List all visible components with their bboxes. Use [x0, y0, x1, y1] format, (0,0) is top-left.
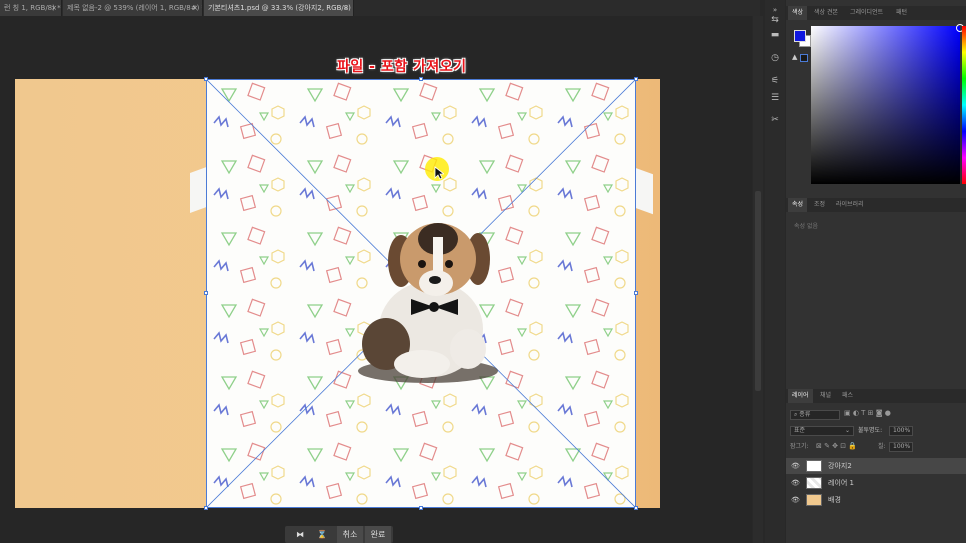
cancel-transform-button[interactable]: 취소: [337, 526, 363, 543]
tab-properties[interactable]: 속성: [788, 198, 808, 212]
chevron-down-icon: ⌄: [844, 427, 850, 434]
tab-paths[interactable]: 패스: [838, 389, 857, 403]
close-icon[interactable]: ×: [192, 0, 198, 16]
transform-options-bar: ⧓ ⌛ 취소 완료: [285, 526, 393, 543]
blend-mode-value: 표준: [794, 427, 806, 434]
layer-filter-input[interactable]: ⌕ 종류: [790, 410, 840, 420]
layer-name: 강아지2: [828, 462, 852, 470]
tab-channels[interactable]: 채널: [816, 389, 835, 403]
search-icon: ⌕: [794, 411, 798, 418]
lock-label: 잠그기:: [790, 443, 809, 450]
right-panels: 색상 색상 견본 그레이디언트 패턴 ▲ 속성 조정 라이브러리 속성 없음 레…: [786, 0, 966, 543]
no-properties-text: 속성 없음: [794, 223, 818, 230]
layer-row[interactable]: 👁 배경: [786, 492, 966, 508]
layer-row[interactable]: 👁 레이어 1: [786, 475, 966, 491]
transform-handle-left[interactable]: [204, 291, 208, 295]
properties-panel-tabs: 속성 조정 라이브러리: [786, 198, 966, 212]
visibility-eye-icon[interactable]: 👁: [791, 458, 800, 474]
tab-color[interactable]: 색상: [788, 6, 808, 20]
transform-handle-top[interactable]: [419, 77, 423, 81]
tab-document-2[interactable]: 제목 없음-2 @ 539% (레이어 1, RGB/8#) * ×: [63, 0, 203, 16]
layer-filter-icons[interactable]: ▣ ◐ T ⊞ ◙ ●: [844, 409, 891, 417]
adjustments-icon[interactable]: ☰: [769, 92, 781, 104]
transform-handle-bottom-right[interactable]: [634, 506, 638, 510]
tab-document-3[interactable]: 기본티셔츠1.psd @ 33.3% (강아지2, RGB/8) ×: [204, 0, 354, 16]
gamut-warning-icon[interactable]: ▲: [792, 53, 797, 61]
tutorial-caption: 파일 - 포함 가져오기: [337, 59, 467, 75]
color-panel-tabs: 색상 색상 견본 그레이디언트 패턴: [786, 6, 966, 20]
hue-slider[interactable]: [962, 26, 966, 184]
placed-pattern-layer[interactable]: [206, 79, 636, 508]
transform-handle-right[interactable]: [634, 291, 638, 295]
color-field[interactable]: [811, 26, 960, 184]
document-tab-bar: 런 칭 1, RGB/8) * × 제목 없음-2 @ 539% (레이어 1,…: [0, 0, 760, 16]
visibility-eye-icon[interactable]: 👁: [791, 475, 800, 491]
close-icon[interactable]: ×: [51, 0, 57, 16]
commit-transform-button[interactable]: 완료: [365, 526, 391, 543]
panel-icon-strip: » ⇆ ▬ ◷ ⚟ ☰ ✂: [765, 0, 785, 543]
tab-layers[interactable]: 레이어: [788, 389, 813, 403]
tab-libraries[interactable]: 라이브러리: [832, 198, 868, 212]
cursor-arrow-icon: [434, 166, 444, 180]
history-icon[interactable]: ◷: [769, 52, 781, 64]
foreground-color-swatch[interactable]: [794, 30, 806, 42]
tab-label: 제목 없음-2 @ 539% (레이어 1, RGB/8#) *: [67, 4, 203, 12]
tshirt-sleeve-right: [635, 167, 653, 215]
fill-label: 칠:: [878, 443, 886, 450]
layer-name: 레이어 1: [828, 479, 854, 487]
tab-swatches[interactable]: 색상 견본: [810, 6, 842, 20]
transform-handle-top-right[interactable]: [634, 77, 638, 81]
layer-filter-placeholder: 종류: [799, 411, 811, 418]
layer-row[interactable]: 👁 강아지2: [786, 458, 966, 474]
tab-document-1[interactable]: 런 칭 1, RGB/8) * ×: [0, 0, 62, 16]
blend-mode-select[interactable]: 표준 ⌄: [790, 426, 854, 436]
close-icon[interactable]: ×: [343, 0, 349, 16]
tab-label: 기본티셔츠1.psd @ 33.3% (강아지2, RGB/8): [208, 4, 351, 12]
warp-icon[interactable]: ⌛: [313, 526, 331, 543]
transform-handle-bottom[interactable]: [419, 506, 423, 510]
opacity-input[interactable]: 100%: [889, 426, 913, 436]
tab-patterns[interactable]: 패턴: [892, 6, 911, 20]
smart-object-thumbnail: [806, 460, 822, 472]
scrollbar-thumb[interactable]: [755, 191, 761, 391]
transform-handle-top-left[interactable]: [204, 77, 208, 81]
web-safe-color-icon[interactable]: [800, 54, 808, 62]
visibility-eye-icon[interactable]: 👁: [791, 492, 800, 508]
opacity-label: 불투명도:: [858, 427, 883, 434]
interpolation-icon[interactable]: ⧓: [291, 526, 309, 543]
pattern-artwork: [206, 79, 636, 508]
background-thumbnail: [806, 494, 822, 506]
comment-icon[interactable]: ▬: [769, 29, 781, 41]
layer-name: 배경: [828, 496, 841, 504]
vertical-scrollbar[interactable]: [753, 16, 763, 543]
lock-icons[interactable]: ⊠ ✎ ✥ ⊡ 🔒: [816, 442, 857, 450]
pattern-thumbnail: [806, 477, 822, 489]
tab-adjustments[interactable]: 조정: [810, 198, 829, 212]
scissors-icon[interactable]: ✂: [769, 114, 781, 126]
properties-icon[interactable]: ⚟: [769, 75, 781, 87]
history-brush-icon[interactable]: ⇆: [769, 14, 781, 26]
tab-gradients[interactable]: 그레이디언트: [846, 6, 887, 20]
transform-handle-bottom-left[interactable]: [204, 506, 208, 510]
layers-panel-tabs: 레이어 채널 패스: [786, 389, 966, 403]
fill-input[interactable]: 100%: [889, 442, 913, 452]
